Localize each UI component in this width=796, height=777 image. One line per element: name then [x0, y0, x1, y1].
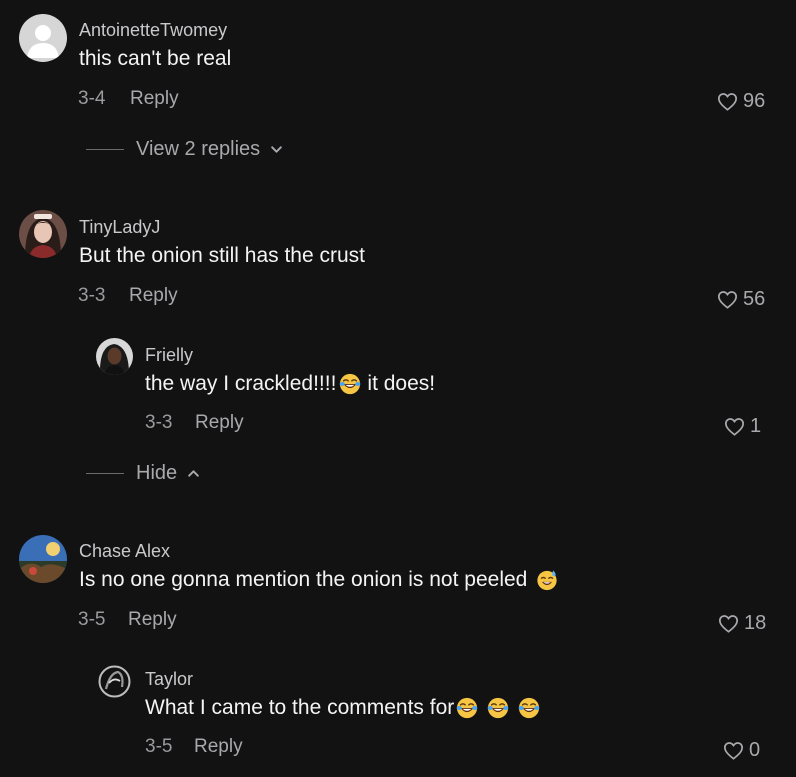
divider-line	[86, 473, 124, 474]
reply-text: What I came to the comments for	[145, 696, 542, 720]
reply-button[interactable]: Reply	[129, 285, 178, 307]
reply-text-part: the way I crackled!!!!	[145, 372, 337, 395]
comment-date: 3-5	[78, 609, 106, 630]
reply-text: the way I crackled!!!! it does!	[145, 372, 435, 396]
comment-username[interactable]: Chase Alex	[79, 541, 170, 562]
laughing-crying-emoji	[487, 697, 509, 719]
like-count: 56	[743, 288, 766, 310]
reply-date: 3-3	[145, 412, 173, 433]
sweat-smile-emoji	[536, 569, 558, 591]
heart-icon	[723, 741, 744, 760]
laughing-crying-emoji	[518, 697, 540, 719]
comment-date: 3-3	[78, 285, 106, 306]
chevron-up-icon	[187, 467, 200, 480]
avatar[interactable]	[19, 210, 67, 258]
like-button[interactable]: 56	[717, 288, 765, 311]
heart-icon	[717, 290, 738, 309]
avatar[interactable]	[19, 14, 67, 62]
like-button[interactable]: 96	[717, 90, 765, 113]
reply-username[interactable]: Taylor	[145, 669, 193, 690]
toggle-label: Hide	[136, 462, 178, 484]
reply-username[interactable]: Frielly	[145, 345, 193, 366]
like-button[interactable]: 1	[724, 415, 761, 438]
comment-text: But the onion still has the crust	[79, 244, 365, 267]
comment-date: 3-4	[78, 88, 106, 109]
reply-date: 3-5	[145, 736, 173, 757]
comment-username[interactable]: TinyLadyJ	[79, 217, 160, 238]
like-button[interactable]: 0	[723, 739, 760, 762]
like-count: 0	[749, 739, 761, 761]
comment-text: Is no one gonna mention the onion is not…	[79, 568, 560, 592]
reply-button[interactable]: Reply	[194, 736, 243, 758]
comment-username[interactable]: AntoinetteTwomey	[79, 20, 227, 41]
laughing-crying-emoji	[456, 697, 478, 719]
comment-text: this can't be real	[79, 47, 232, 70]
like-button[interactable]: 18	[718, 612, 766, 635]
heart-icon	[717, 92, 738, 111]
like-count: 1	[750, 415, 762, 437]
heart-icon	[724, 417, 745, 436]
toggle-label: View 2 replies	[136, 138, 261, 160]
avatar[interactable]	[96, 663, 133, 700]
like-count: 96	[743, 90, 766, 112]
reply-button[interactable]: Reply	[195, 412, 244, 434]
reply-text-part: What I came to the comments for	[145, 696, 455, 719]
laughing-crying-emoji	[339, 373, 361, 395]
avatar[interactable]	[19, 535, 67, 583]
heart-icon	[718, 614, 739, 633]
hide-replies-button[interactable]: Hide	[86, 462, 200, 485]
reply-button[interactable]: Reply	[130, 88, 179, 110]
reply-button[interactable]: Reply	[128, 609, 177, 631]
like-count: 18	[744, 612, 767, 634]
view-replies-button[interactable]: View 2 replies	[86, 138, 283, 161]
avatar[interactable]	[96, 338, 133, 375]
chevron-down-icon	[270, 143, 283, 156]
divider-line	[86, 149, 124, 150]
reply-text-part: it does!	[367, 372, 436, 395]
comment-text-part: Is no one gonna mention the onion is not…	[79, 568, 528, 591]
